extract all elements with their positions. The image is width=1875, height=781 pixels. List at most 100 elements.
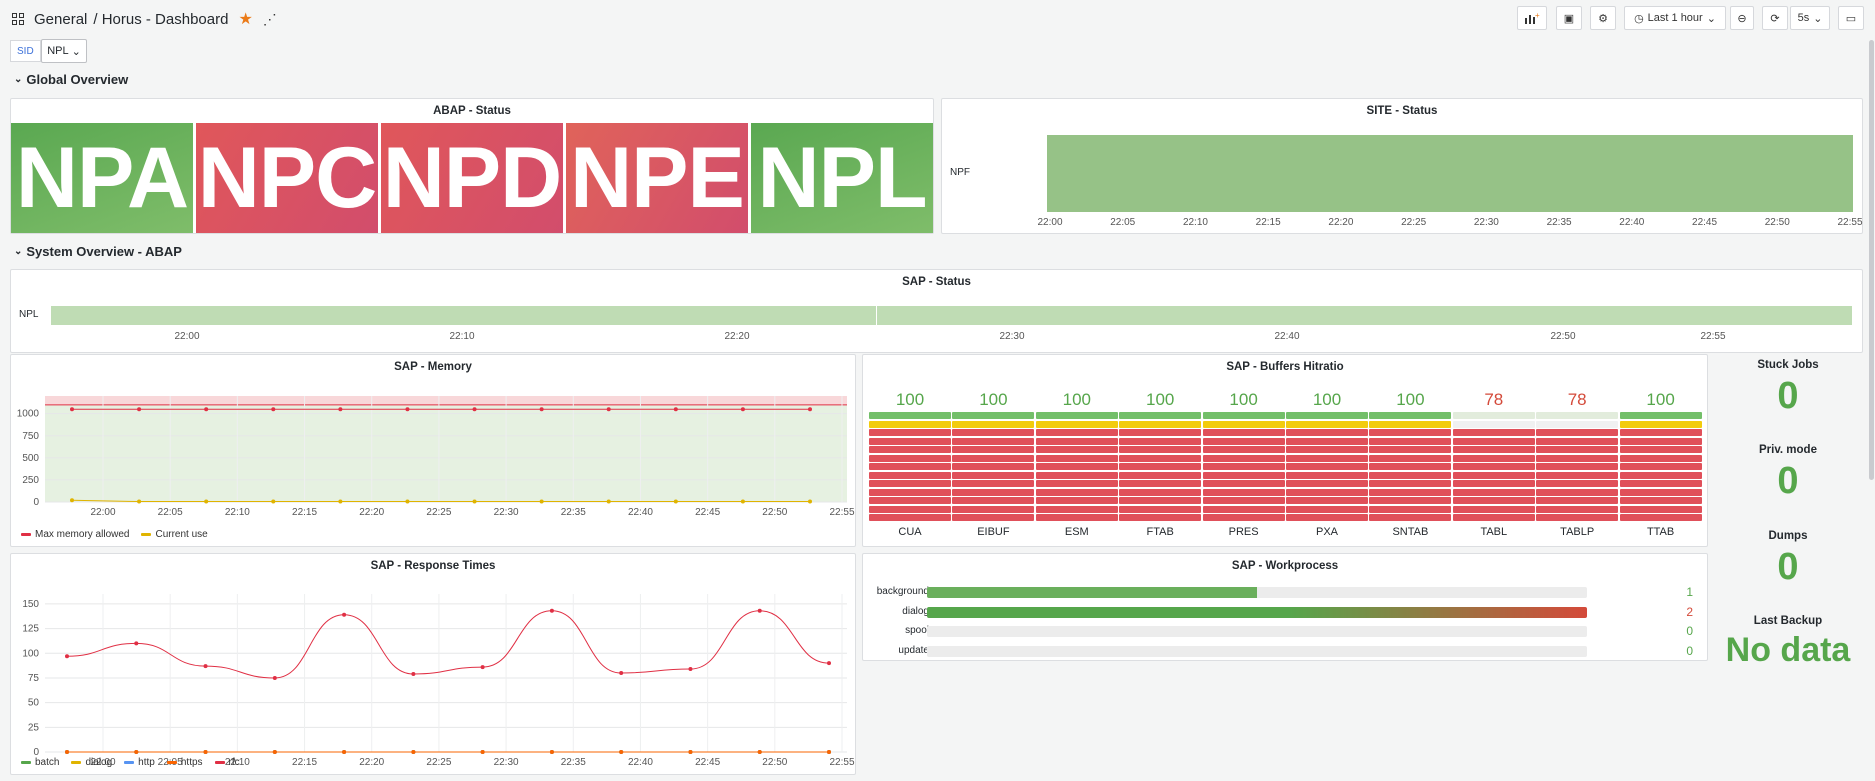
variable-sid-select[interactable]: NPL ⌄: [41, 39, 87, 63]
buffer-gauge[interactable]: 100 SNTAB: [1369, 383, 1452, 543]
buffer-gauge[interactable]: 100 PXA: [1286, 383, 1368, 543]
refresh-interval-picker[interactable]: 5s ⌄: [1790, 6, 1830, 30]
stat-title: Stuck Jobs: [1757, 359, 1819, 371]
data-point: [134, 641, 139, 646]
stat-stuck-jobs[interactable]: Stuck Jobs 0: [1712, 359, 1864, 418]
workprocess-track[interactable]: [927, 606, 1587, 618]
data-point: [342, 750, 347, 754]
buffer-bar: [869, 412, 951, 521]
stat-value: 0: [1777, 460, 1799, 502]
buffer-bar: [1536, 412, 1619, 521]
settings-button[interactable]: ⚙: [1590, 6, 1616, 30]
series-line-rfc: [66, 610, 830, 679]
buffer-gauge[interactable]: 78 TABLP: [1536, 383, 1619, 543]
axis-tick-label: 22:20: [1328, 217, 1354, 228]
buffer-gauge[interactable]: 100 TTAB: [1619, 383, 1702, 543]
stat-priv-mode[interactable]: Priv. mode 0: [1712, 444, 1864, 503]
sap-status-bar-2[interactable]: [877, 306, 1852, 325]
data-point: [65, 750, 69, 754]
workprocess-track[interactable]: [927, 587, 1587, 598]
sap-status-bar-1[interactable]: [51, 306, 876, 325]
legend-item[interactable]: Max memory allowed: [21, 529, 129, 540]
buffer-segment: [1536, 420, 1619, 428]
tv-mode-button[interactable]: ▭: [1838, 6, 1864, 30]
buffer-segment: [1119, 463, 1202, 470]
data-point: [338, 407, 343, 412]
save-dashboard-button[interactable]: ▣: [1556, 6, 1582, 30]
abap-system-npd[interactable]: NPD: [381, 123, 563, 233]
workprocess-fill: [927, 587, 1257, 598]
row-global-overview[interactable]: ⌄ Global Overview: [14, 72, 128, 87]
abap-system-npe[interactable]: NPE: [566, 123, 748, 233]
x-tick-label: 22:10: [225, 507, 250, 518]
buffer-segment: [1536, 514, 1619, 521]
stat-last-backup[interactable]: Last Backup No data: [1712, 615, 1864, 670]
data-point: [688, 750, 693, 754]
buffer-gauge[interactable]: 100 FTAB: [1119, 383, 1202, 543]
row-system-overview[interactable]: ⌄ System Overview - ABAP: [14, 244, 182, 259]
axis-tick-label: 22:40: [1619, 217, 1645, 228]
refresh-button[interactable]: ⟳: [1762, 6, 1788, 30]
stat-title: Dumps: [1768, 530, 1808, 542]
legend-item[interactable]: dialog: [71, 757, 112, 768]
buffer-segment: [1452, 488, 1535, 496]
buffer-segment: [1369, 454, 1452, 462]
buffer-segment: [1369, 488, 1452, 496]
apps-grid-icon[interactable]: [12, 13, 24, 25]
scrollbar[interactable]: [1869, 40, 1874, 480]
time-picker[interactable]: ◷ Last 1 hour ⌄: [1624, 6, 1726, 30]
buffer-gauge[interactable]: 100 PRES: [1202, 383, 1285, 543]
x-tick-label: 22:25: [426, 757, 451, 768]
legend-item[interactable]: https: [166, 757, 203, 768]
legend-item[interactable]: http: [124, 757, 155, 768]
data-point: [757, 608, 762, 613]
buffer-segment: [1035, 429, 1118, 436]
buffer-segment: [1619, 420, 1702, 428]
response-chart[interactable]: 025507510012515022:0022:0522:1022:1522:2…: [11, 568, 857, 768]
buffer-gauge[interactable]: 100 CUA: [869, 383, 951, 543]
x-tick-label: 22:35: [561, 507, 586, 518]
buffer-segment: [869, 488, 951, 496]
buffer-value: 100: [1396, 390, 1425, 409]
buffer-segment: [1369, 480, 1452, 487]
legend-item[interactable]: Current use: [141, 529, 208, 540]
buffer-gauge[interactable]: 100 ESM: [1035, 383, 1118, 543]
stat-dumps[interactable]: Dumps 0: [1712, 530, 1864, 589]
abap-system-npa[interactable]: NPA: [11, 123, 193, 233]
buffer-bar: [1202, 412, 1285, 521]
buffer-segment: [1286, 514, 1368, 521]
workprocess-track[interactable]: [927, 645, 1587, 657]
buffer-value: 100: [895, 390, 925, 409]
legend-item[interactable]: batch: [21, 757, 59, 768]
buffer-segment: [952, 454, 1035, 462]
workprocess-panel: SAP - Workprocess background 1 dialog 2 spoo…: [862, 553, 1708, 661]
memory-chart[interactable]: 0 250 500 750 1000 22:00 22:05 22:10 22:15 22:20 2…: [11, 369, 857, 539]
add-panel-button[interactable]: +: [1517, 6, 1547, 30]
axis-tick-label: 22:50: [1764, 217, 1790, 228]
buffer-gauge[interactable]: 100 EIBUF: [952, 383, 1035, 543]
abap-system-npl[interactable]: NPL: [751, 123, 933, 233]
buffer-segment: [1035, 514, 1118, 521]
breadcrumb-dashboard[interactable]: / Horus - Dashboard: [93, 11, 228, 28]
star-icon[interactable]: ★: [238, 9, 252, 29]
axis-tick-label: 22:30: [999, 331, 1025, 342]
data-point: [808, 407, 812, 412]
zoom-out-button[interactable]: ⊖: [1730, 6, 1754, 30]
buffer-segment: [1452, 497, 1535, 504]
buffer-gauge[interactable]: 78 TABL: [1452, 383, 1535, 543]
workprocess-track[interactable]: [927, 626, 1587, 637]
axis-tick-label: 22:50: [1550, 331, 1576, 342]
buffer-segment: [1536, 454, 1619, 462]
breadcrumb-folder[interactable]: General: [34, 11, 87, 28]
stat-title: Priv. mode: [1759, 444, 1817, 456]
legend-item[interactable]: rfc: [214, 757, 240, 768]
abap-system-npc[interactable]: NPC: [196, 123, 378, 233]
data-point: [70, 498, 74, 503]
buffer-segment: [1202, 497, 1285, 504]
axis-tick-label: 22:30: [1473, 217, 1499, 228]
site-status-bar[interactable]: [1047, 135, 1853, 212]
x-tick-label: 22:45: [695, 757, 720, 768]
chevron-down-icon: ⌄: [1813, 12, 1823, 25]
buffer-segment: [1119, 437, 1202, 445]
share-icon[interactable]: ⋰: [263, 11, 277, 28]
